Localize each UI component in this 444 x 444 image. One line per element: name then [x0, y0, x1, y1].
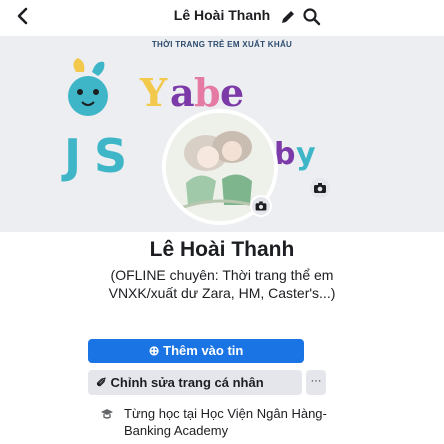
svg-text:a: a — [170, 70, 195, 115]
pencil-icon[interactable] — [279, 8, 297, 26]
camera-icon[interactable] — [250, 195, 272, 217]
top-bar: Lê Hoài Thanh — [0, 0, 444, 36]
search-icon[interactable] — [302, 7, 322, 27]
add-to-story-button[interactable]: ⊕ Thêm vào tin — [88, 339, 304, 363]
svg-text:Y: Y — [139, 70, 168, 115]
svg-text:y: y — [296, 137, 316, 172]
profile-bio: (OFLINE chuyên: Thời trang thể em VNXK/x… — [108, 267, 336, 301]
more-button[interactable]: ··· — [306, 370, 326, 395]
graduation-cap-icon — [100, 407, 114, 421]
svg-text:S: S — [94, 129, 127, 183]
cover-caption: THỜI TRANG TRẺ EM XUẤT KHẨU — [151, 40, 293, 49]
camera-icon[interactable] — [310, 178, 330, 198]
education-info: Từng học tại Học Viện Ngân Hàng-Banking … — [124, 406, 327, 438]
edit-profile-button[interactable]: ✐ Chỉnh sửa trang cá nhân — [88, 370, 302, 395]
profile-name: Lê Hoài Thanh — [149, 238, 295, 261]
svg-text:J: J — [61, 129, 81, 183]
page-title: Lê Hoài Thanh — [173, 7, 271, 23]
